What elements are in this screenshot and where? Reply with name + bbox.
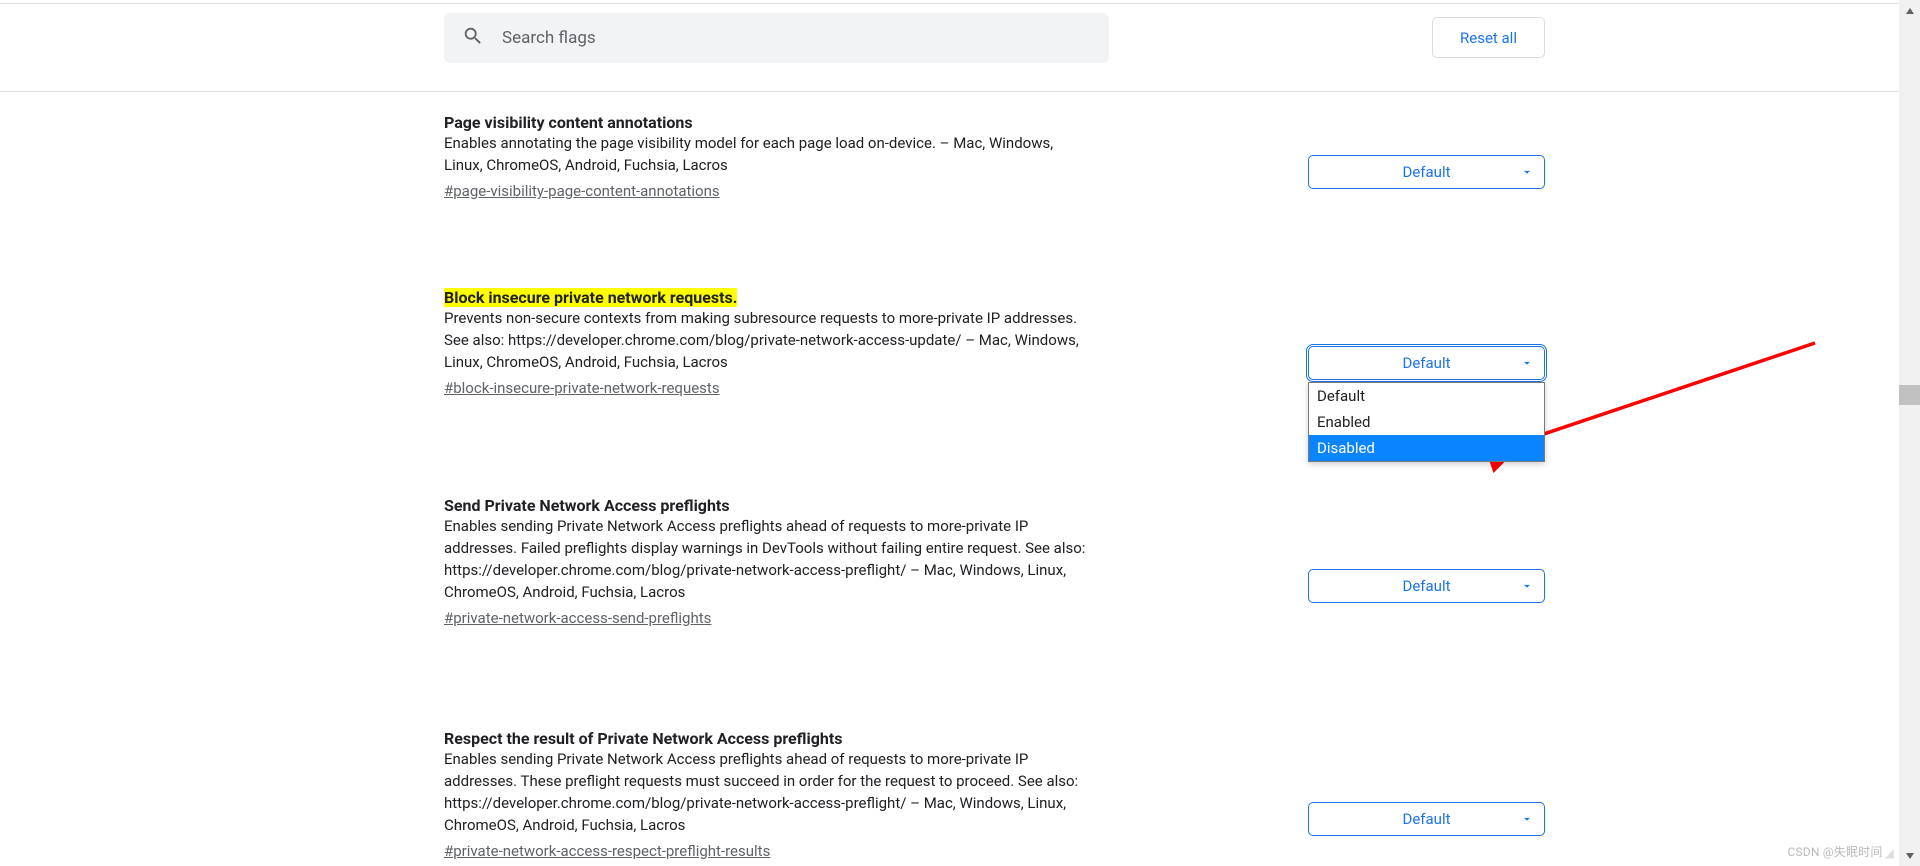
chevron-down-icon <box>1520 812 1534 826</box>
chevron-down-icon <box>1520 579 1534 593</box>
flag-title: Block insecure private network requests. <box>444 288 737 307</box>
dropdown-value: Default <box>1403 810 1451 828</box>
flag-dropdown[interactable]: Default <box>1308 346 1545 380</box>
reset-all-button[interactable]: Reset all <box>1432 17 1545 58</box>
flag-hash-link[interactable]: #block-insecure-private-network-requests <box>444 379 720 397</box>
vertical-scrollbar[interactable] <box>1899 0 1920 866</box>
chevron-down-icon <box>1520 165 1534 179</box>
search-flags[interactable] <box>444 13 1109 63</box>
flag-desc: Enables annotating the page visibility m… <box>444 132 1091 176</box>
flag-hash-link[interactable]: #private-network-access-send-preflights <box>444 609 711 627</box>
flag-title: Send Private Network Access preflights <box>444 496 730 515</box>
flag-dropdown[interactable]: Default <box>1308 155 1545 189</box>
flag-dropdown[interactable]: Default <box>1308 802 1545 836</box>
flag-send-pna-preflights: Send Private Network Access preflights E… <box>444 496 1544 627</box>
page-root: Reset all Page visibility content annota… <box>0 0 1920 866</box>
divider-header <box>0 91 1920 92</box>
scrollbar-thumb[interactable] <box>1899 385 1920 405</box>
dropdown-value: Default <box>1403 354 1451 372</box>
dropdown-option-default[interactable]: Default <box>1309 383 1544 409</box>
watermark: CSDN @失眠时间◢ <box>1787 843 1894 860</box>
flag-dropdown[interactable]: Default <box>1308 569 1545 603</box>
dropdown-option-enabled[interactable]: Enabled <box>1309 409 1544 435</box>
chevron-down-icon <box>1520 356 1534 370</box>
flag-block-insecure-pna: Block insecure private network requests.… <box>444 288 1544 397</box>
scroll-up-button[interactable] <box>1899 0 1920 21</box>
flag-desc: Enables sending Private Network Access p… <box>444 515 1091 603</box>
search-icon <box>462 25 500 51</box>
flag-title: Respect the result of Private Network Ac… <box>444 729 842 748</box>
dropdown-value: Default <box>1403 577 1451 595</box>
divider-top <box>0 3 1920 4</box>
flag-hash-link[interactable]: #private-network-access-respect-prefligh… <box>444 842 770 860</box>
flag-title: Page visibility content annotations <box>444 113 693 132</box>
search-input[interactable] <box>500 27 1091 49</box>
flag-desc: Prevents non-secure contexts from making… <box>444 307 1091 373</box>
dropdown-value: Default <box>1403 163 1451 181</box>
dropdown-list[interactable]: Default Enabled Disabled <box>1308 382 1545 462</box>
flag-desc: Enables sending Private Network Access p… <box>444 748 1091 836</box>
flag-respect-pna-preflights: Respect the result of Private Network Ac… <box>444 729 1544 860</box>
flag-hash-link[interactable]: #page-visibility-page-content-annotation… <box>444 182 720 200</box>
dropdown-option-disabled[interactable]: Disabled <box>1309 435 1544 461</box>
scroll-down-button[interactable] <box>1899 845 1920 866</box>
